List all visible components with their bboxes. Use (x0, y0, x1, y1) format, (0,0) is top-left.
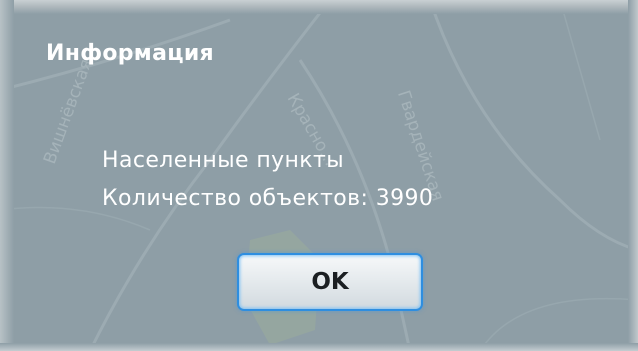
ok-button-label: OK (311, 269, 349, 295)
dialog-bottom-edge (0, 343, 638, 351)
ok-button[interactable]: OK (237, 253, 423, 311)
map-street (559, 0, 601, 141)
message-layer-name: Населенные пункты (102, 148, 344, 173)
map-street (428, 0, 638, 252)
dialog-left-edge (0, 0, 14, 351)
message-object-count: Количество объектов: 3990 (102, 186, 434, 211)
dialog-right-edge (628, 0, 638, 351)
dialog-title: Информация (46, 41, 214, 66)
dialog-top-edge (0, 0, 638, 14)
